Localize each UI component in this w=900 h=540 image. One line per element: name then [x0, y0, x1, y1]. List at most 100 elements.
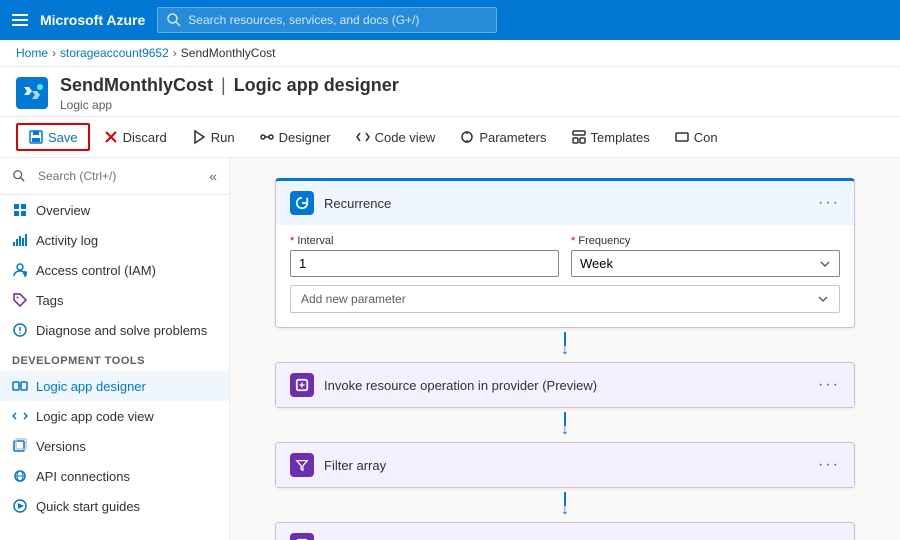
add-param-label: Add new parameter — [301, 292, 406, 306]
frequency-label: Frequency — [571, 235, 840, 247]
breadcrumb-storage[interactable]: storageaccount9652 — [60, 46, 169, 60]
connector-2: ↓ — [561, 408, 569, 442]
sidebar-search-row: « — [0, 158, 229, 195]
code-view-icon — [355, 129, 371, 145]
recurrence-node: Recurrence ··· Interval Frequency Week — [275, 178, 855, 328]
search-placeholder: Search resources, services, and docs (G+… — [188, 13, 419, 27]
save-button[interactable]: Save — [16, 123, 90, 151]
filter-node: Filter array ··· — [275, 442, 855, 488]
activity-icon — [12, 232, 28, 248]
con-button[interactable]: Con — [663, 124, 729, 150]
recurrence-icon — [290, 191, 314, 215]
sidebar-code-label: Logic app code view — [36, 409, 154, 424]
discard-button[interactable]: Discard — [92, 124, 178, 150]
sidebar-item-overview[interactable]: Overview — [0, 195, 229, 225]
connector-1: ↓ — [561, 328, 569, 362]
connector-3: ↓ — [561, 488, 569, 522]
templates-icon — [571, 129, 587, 145]
filter-title: Filter array — [324, 458, 808, 473]
parameters-button[interactable]: Parameters — [448, 124, 557, 150]
filter-more-button[interactable]: ··· — [818, 456, 840, 474]
sidebar-item-logic-app-code[interactable]: Logic app code view — [0, 401, 229, 431]
azure-logo: Microsoft Azure — [40, 12, 145, 28]
invoke-header: Invoke resource operation in provider (P… — [276, 363, 854, 407]
resource-type-label: Logic app — [60, 98, 399, 112]
resource-icon — [16, 77, 48, 109]
overview-icon — [12, 202, 28, 218]
invoke-icon — [290, 373, 314, 397]
recurrence-header: Recurrence ··· — [276, 181, 854, 225]
interval-input[interactable] — [290, 250, 559, 277]
diagnose-icon — [12, 322, 28, 338]
sidebar-access-label: Access control (IAM) — [36, 263, 156, 278]
add-parameter-row[interactable]: Add new parameter — [290, 285, 840, 313]
designer-icon — [259, 129, 275, 145]
frequency-select[interactable]: Week — [571, 250, 840, 277]
filter-header: Filter array ··· — [276, 443, 854, 487]
hamburger-menu[interactable] — [12, 14, 28, 26]
interval-label: Interval — [290, 235, 559, 247]
logic-designer-icon — [12, 378, 28, 394]
templates-button[interactable]: Templates — [560, 124, 661, 150]
sidebar-item-diagnose[interactable]: Diagnose and solve problems — [0, 315, 229, 345]
sidebar-search-input[interactable] — [32, 166, 203, 186]
frequency-chevron — [819, 258, 831, 270]
discard-icon — [103, 129, 119, 145]
compose-header: Compose ··· — [276, 523, 854, 540]
recurrence-title: Recurrence — [324, 196, 808, 211]
designer-button[interactable]: Designer — [248, 124, 342, 150]
compose-node: Compose ··· — [275, 522, 855, 540]
logic-code-icon — [12, 408, 28, 424]
filter-icon — [290, 453, 314, 477]
sidebar-item-quick-start[interactable]: Quick start guides — [0, 491, 229, 521]
versions-icon — [12, 438, 28, 454]
recurrence-fields-row: Interval Frequency Week — [290, 235, 840, 277]
dev-tools-section-label: Development Tools — [0, 345, 229, 371]
sidebar-diagnose-label: Diagnose and solve problems — [36, 323, 207, 338]
sidebar-api-label: API connections — [36, 469, 130, 484]
sidebar-versions-label: Versions — [36, 439, 86, 454]
global-search-bar[interactable]: Search resources, services, and docs (G+… — [157, 7, 497, 33]
sidebar-item-tags[interactable]: Tags — [0, 285, 229, 315]
interval-field: Interval — [290, 235, 559, 277]
sidebar-item-activity-log[interactable]: Activity log — [0, 225, 229, 255]
canvas-area: Recurrence ··· Interval Frequency Week — [230, 158, 900, 540]
parameters-icon — [459, 129, 475, 145]
code-view-button[interactable]: Code view — [344, 124, 447, 150]
sidebar-designer-label: Logic app designer — [36, 379, 146, 394]
breadcrumb: Home › storageaccount9652 › SendMonthlyC… — [0, 40, 900, 67]
con-icon — [674, 129, 690, 145]
breadcrumb-current: SendMonthlyCost — [181, 46, 276, 60]
sidebar-search-icon — [12, 169, 26, 183]
add-param-chevron — [817, 293, 829, 305]
frequency-value: Week — [580, 256, 613, 271]
save-icon — [28, 129, 44, 145]
run-button[interactable]: Run — [180, 124, 246, 150]
invoke-more-button[interactable]: ··· — [818, 376, 840, 394]
sidebar-item-logic-app-designer[interactable]: Logic app designer — [0, 371, 229, 401]
sidebar-item-api-connections[interactable]: API connections — [0, 461, 229, 491]
top-navigation: Microsoft Azure Search resources, servic… — [0, 0, 900, 40]
recurrence-more-button[interactable]: ··· — [818, 194, 840, 212]
invoke-node: Invoke resource operation in provider (P… — [275, 362, 855, 408]
frequency-field: Frequency Week — [571, 235, 840, 277]
main-layout: « Overview Activity log Access control (… — [0, 158, 900, 540]
api-icon — [12, 468, 28, 484]
breadcrumb-home[interactable]: Home — [16, 46, 48, 60]
compose-icon — [290, 533, 314, 540]
page-header: SendMonthlyCost | Logic app designer Log… — [0, 67, 900, 117]
search-icon — [166, 12, 182, 28]
quickstart-icon — [12, 498, 28, 514]
sidebar-quickstart-label: Quick start guides — [36, 499, 140, 514]
toolbar: Save Discard Run Designer Code view Para… — [0, 117, 900, 158]
sidebar-tags-label: Tags — [36, 293, 63, 308]
sidebar: « Overview Activity log Access control (… — [0, 158, 230, 540]
sidebar-collapse-button[interactable]: « — [209, 168, 217, 184]
access-icon — [12, 262, 28, 278]
sidebar-item-versions[interactable]: Versions — [0, 431, 229, 461]
invoke-title: Invoke resource operation in provider (P… — [324, 378, 808, 393]
compose-more-button[interactable]: ··· — [818, 536, 840, 540]
sidebar-item-access-control[interactable]: Access control (IAM) — [0, 255, 229, 285]
recurrence-body: Interval Frequency Week Add new paramete… — [276, 225, 854, 327]
sidebar-activity-label: Activity log — [36, 233, 98, 248]
